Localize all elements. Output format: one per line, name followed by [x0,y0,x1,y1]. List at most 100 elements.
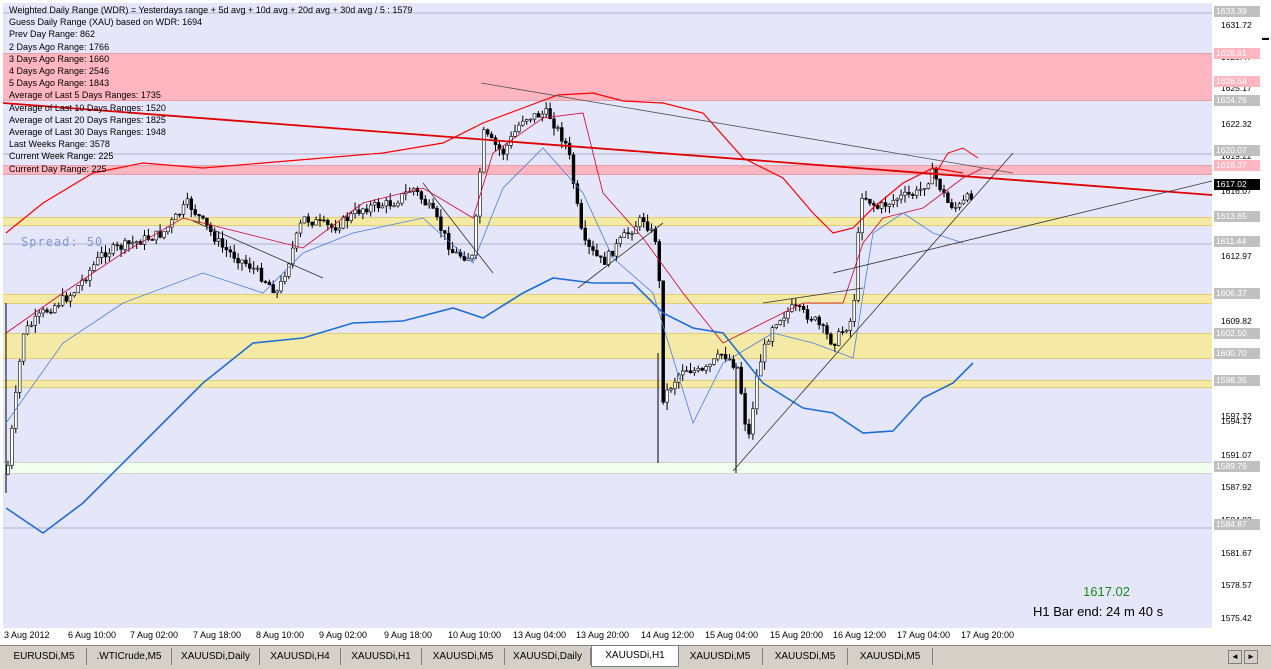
info-line: 3 Days Ago Range: 1660 [9,53,110,64]
candle-body [622,232,626,238]
tab-scroll-left-icon[interactable]: ◄ [1228,650,1242,664]
candle-body [450,249,455,254]
candle-body [123,240,127,250]
candle-body [49,311,53,314]
candle-body [18,360,22,393]
candle-body [99,252,104,258]
candle-body [131,242,135,245]
chart-tab[interactable]: XAUUSDi,H1 [341,648,422,665]
trendline-rising [732,152,1014,472]
candle-body [501,148,505,155]
candle-body [731,359,736,368]
chart-tab[interactable]: XAUUSDi,M5 [678,648,763,665]
candle-body [21,333,26,362]
time-tick-label: 16 Aug 12:00 [833,630,887,640]
candle-body [891,200,896,205]
candle-body [298,222,303,234]
candle-body [704,366,708,371]
chart-tab[interactable]: XAUUSDi,H1 [591,646,679,667]
range-info-panel: Weighted Daily Range (WDR) = Yesterdays … [9,4,412,175]
candle-body [883,202,888,207]
price-level-box: 1628.61 [1214,48,1260,59]
candle-body [778,320,782,326]
candle-body [961,199,966,205]
trading-terminal: Weighted Daily Range (WDR) = Yesterdays … [0,0,1271,669]
chart-tab[interactable]: XAUUSDi,H4 [260,648,341,665]
candle-body [361,208,365,214]
chart-tab[interactable]: XAUUSDi,M5 [763,648,848,665]
price-axis[interactable]: 1631.721628.471625.171622.321619.221616.… [1212,3,1271,628]
price-tick-label: 1587.92 [1221,482,1252,492]
candle-body [263,281,268,283]
info-line: Current Week Range: 225 [9,151,114,162]
candle-body [969,193,974,200]
candle-body [938,178,942,191]
candle-body [805,309,810,320]
info-line: Average of Last 30 Days Ranges: 1948 [9,127,166,138]
price-chart-plot[interactable]: Weighted Daily Range (WDR) = Yesterdays … [3,3,1212,628]
info-line: 4 Days Ago Range: 2546 [9,66,110,77]
candle-body [368,204,373,213]
time-tick-label: 13 Aug 20:00 [576,630,630,640]
candle-body [462,255,466,261]
price-level-box: 1606.37 [1214,288,1260,299]
scroll-marker-icon[interactable]: ▬ [1262,35,1270,42]
candle-body [84,279,88,282]
chart-window[interactable]: Weighted Daily Range (WDR) = Yesterdays … [0,0,1271,645]
candle-body [283,276,287,282]
candle-body [431,202,435,209]
candle-body [107,253,112,258]
time-tick-label: 6 Aug 10:00 [68,630,117,640]
price-level-box: 1626.54 [1214,76,1260,87]
price-level-box: 1624.76 [1214,95,1260,106]
candle-body [232,251,236,259]
chart-tab[interactable]: .WTICrude,M5 [87,648,172,665]
candle-body [528,118,533,121]
price-tick-label: 1591.07 [1221,450,1252,460]
candle-body [521,120,525,126]
candle-body [719,353,724,356]
candle-body [275,290,279,294]
candle-body [946,192,950,203]
candle-body [926,183,931,189]
candle-body [872,203,876,206]
bar-end-timer: H1 Bar end: 24 m 40 s [1033,604,1164,619]
candle-body [844,330,849,333]
chart-tab[interactable]: XAUUSDi,Daily [505,648,591,665]
candle-body [879,202,884,209]
candle-body [185,198,190,205]
candle-body [918,188,923,191]
candle-body [513,131,517,137]
price-level-box: 1613.65 [1214,211,1260,222]
candle-body [162,231,166,238]
candle-body [53,305,57,313]
candle-body [33,315,37,326]
candle-body [470,254,474,259]
tab-scroll-right-icon[interactable]: ► [1244,650,1258,664]
candle-body [579,203,584,229]
candle-body [887,203,892,207]
info-line: Prev Day Range: 862 [9,29,96,40]
candle-body [517,124,521,132]
chart-tab[interactable]: XAUUSDi,M5 [848,648,933,665]
time-tick-label: 7 Aug 18:00 [193,630,242,640]
candle-body [213,231,217,242]
candle-body [965,193,970,201]
time-axis[interactable]: 3 Aug 2012 6 Aug 10:00 7 Aug 02:00 7 Aug 18… [3,628,1212,645]
chart-tab[interactable]: XAUUSDi,Daily [172,648,260,665]
candle-body [809,318,814,321]
trendline-small [422,182,494,274]
candle-body [641,217,646,223]
candle-body [595,250,599,257]
candle-body [127,240,131,245]
candle-body [825,325,829,335]
candle-body [829,333,833,345]
candle-body [895,198,899,201]
candle-body [115,244,119,247]
chart-tab[interactable]: EURUSDi,M5 [2,648,87,665]
candle-body [267,281,271,285]
candle-body [645,221,650,231]
candle-body [271,284,275,294]
chart-tab[interactable]: XAUUSDi,M5 [422,648,505,665]
candle-body [349,213,353,222]
